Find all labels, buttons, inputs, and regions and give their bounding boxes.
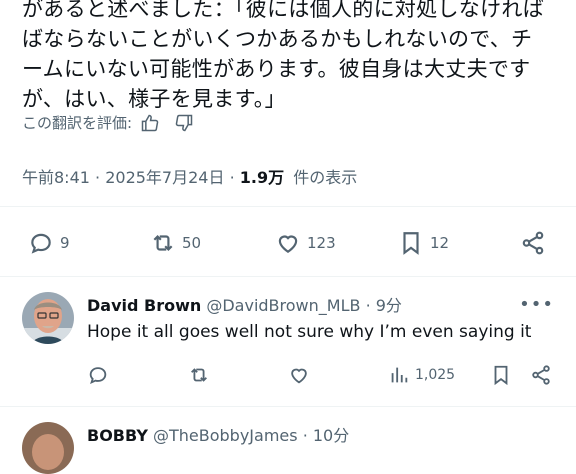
tweet-time[interactable]: 午前8:41 xyxy=(22,168,90,187)
reply-author-handle[interactable]: @TheBobbyJames xyxy=(153,426,298,445)
reply-button[interactable]: 9 xyxy=(28,230,70,256)
reply-like-button[interactable] xyxy=(288,364,310,386)
tweet-meta: 午前8:41 · 2025年7月24日 · 1.9万 件の表示 xyxy=(22,168,358,187)
reply-icon xyxy=(31,233,51,254)
like-count: 123 xyxy=(307,234,336,252)
divider xyxy=(0,406,576,407)
reply-icon xyxy=(89,367,107,384)
repost-count: 50 xyxy=(182,234,202,252)
repost-icon xyxy=(191,368,207,382)
reply-item[interactable]: David Brown @DavidBrown_MLB · 9分 ••• Hop… xyxy=(0,292,576,402)
bookmark-icon xyxy=(494,365,508,386)
like-button[interactable]: 123 xyxy=(275,230,336,256)
translation-rating: この翻訳を評価: xyxy=(22,112,194,133)
reply-text: Hope it all goes well not sure why I’m e… xyxy=(87,322,532,342)
divider xyxy=(0,206,576,207)
avatar[interactable] xyxy=(22,292,74,344)
reply-count: 9 xyxy=(60,234,70,252)
reply-author-name[interactable]: David Brown xyxy=(87,296,201,315)
thumbs-down-icon[interactable] xyxy=(174,113,194,133)
views-count: 1.9万 xyxy=(239,168,285,187)
repost-button[interactable]: 50 xyxy=(150,230,201,256)
heart-icon xyxy=(278,235,298,253)
tweet-date[interactable]: 2025年7月24日 xyxy=(105,168,224,187)
bookmark-icon xyxy=(403,232,419,255)
bookmark-button[interactable]: 12 xyxy=(398,230,449,256)
bookmark-count: 12 xyxy=(430,234,450,252)
repost-icon xyxy=(153,234,173,252)
views-label: 件の表示 xyxy=(293,168,358,187)
share-icon xyxy=(522,231,544,255)
reply-item[interactable]: BOBBY @TheBobbyJames · 10分 xyxy=(0,422,576,474)
reply-bookmark-button[interactable] xyxy=(490,364,512,386)
translation-rating-label: この翻訳を評価: xyxy=(22,114,133,132)
tweet-line: ばならないことがいくつかあるかもしれないので、チ xyxy=(22,27,533,51)
tweet-text: があると述べました：「彼には個人的に対処しなければ ばならないことがいくつかある… xyxy=(22,0,562,114)
reply-header: BOBBY @TheBobbyJames · 10分 xyxy=(87,426,350,445)
reply-header: David Brown @DavidBrown_MLB · 9分 xyxy=(87,296,402,315)
tweet-action-bar: 9 50 123 12 xyxy=(0,226,576,262)
reply-time[interactable]: 9分 xyxy=(376,296,402,315)
reply-share-button[interactable] xyxy=(530,364,552,386)
thumbs-up-icon[interactable] xyxy=(140,113,160,133)
share-icon xyxy=(532,365,550,385)
analytics-icon xyxy=(391,367,408,383)
reply-time[interactable]: 10分 xyxy=(313,426,349,445)
reply-repost-button[interactable] xyxy=(188,364,210,386)
heart-icon xyxy=(291,368,307,384)
divider xyxy=(0,276,576,277)
reply-reply-button[interactable] xyxy=(87,364,109,386)
tweet-line: ームにいない可能性があります。彼自身は大丈夫です xyxy=(22,57,531,81)
reply-views-count: 1,025 xyxy=(415,367,456,383)
reply-author-handle[interactable]: @DavidBrown_MLB xyxy=(206,296,360,315)
tweet-line: があると述べました：「彼には個人的に対処しなければ xyxy=(22,0,544,21)
reply-author-name[interactable]: BOBBY xyxy=(87,426,148,445)
tweet-line: が、はい、様子を見ます。」 xyxy=(22,87,286,111)
more-options-icon[interactable]: ••• xyxy=(519,294,554,315)
share-button[interactable] xyxy=(520,230,546,256)
reply-views-button[interactable]: 1,025 xyxy=(388,364,455,386)
